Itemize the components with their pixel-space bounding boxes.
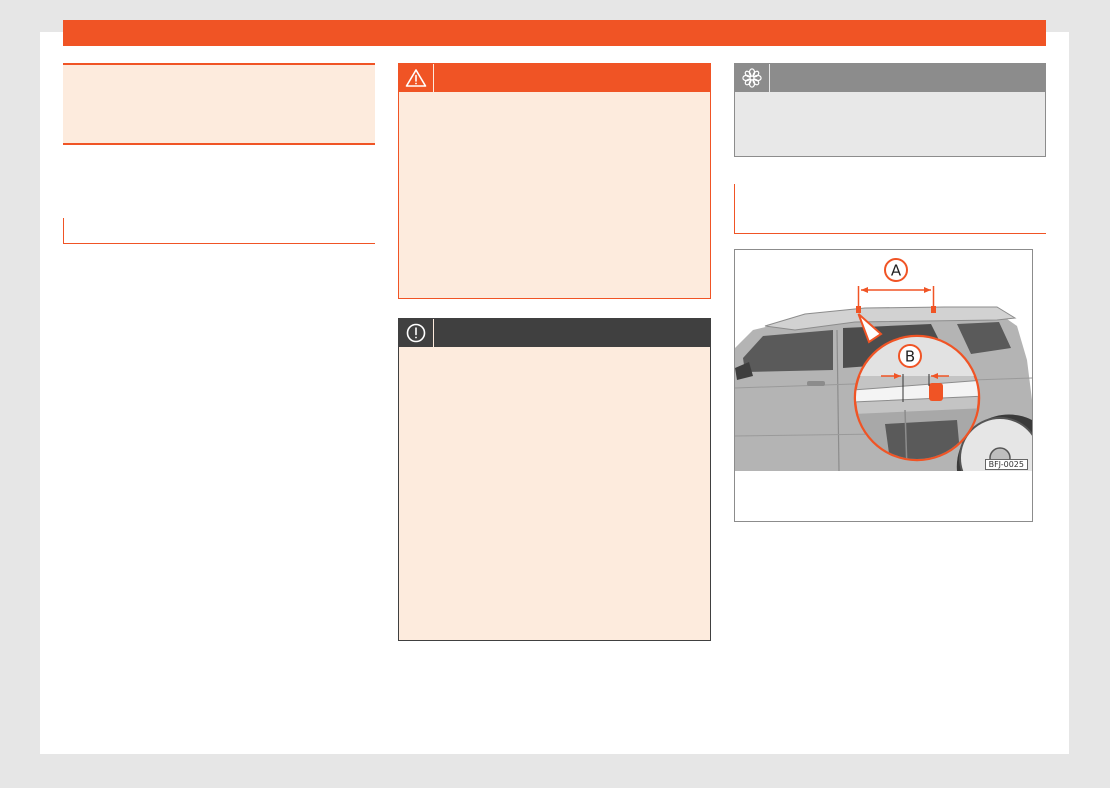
section-heading-rule-right <box>734 184 1046 234</box>
flower-icon <box>742 68 762 88</box>
environment-header <box>735 64 1045 92</box>
warning-icon-cell <box>399 64 434 92</box>
section-heading-rule <box>63 218 375 244</box>
exclamation-circle-icon <box>406 323 426 343</box>
notice-box <box>398 318 711 641</box>
roof-rail-figure: A B BFJ-0025 <box>734 249 1033 522</box>
environment-box <box>734 63 1046 157</box>
callout-b-label: B <box>905 348 915 366</box>
notice-header <box>399 319 710 347</box>
environment-icon-cell <box>735 64 770 92</box>
warning-triangle-icon <box>405 69 427 87</box>
figure-code: BFJ-0025 <box>984 459 1028 470</box>
vehicle-illustration: A B <box>735 250 1032 471</box>
warning-box <box>398 63 711 299</box>
header-band <box>63 20 1046 46</box>
warning-header <box>399 64 710 92</box>
note-box <box>63 63 375 145</box>
callout-a-label: A <box>891 262 902 280</box>
notice-icon-cell <box>399 319 434 347</box>
